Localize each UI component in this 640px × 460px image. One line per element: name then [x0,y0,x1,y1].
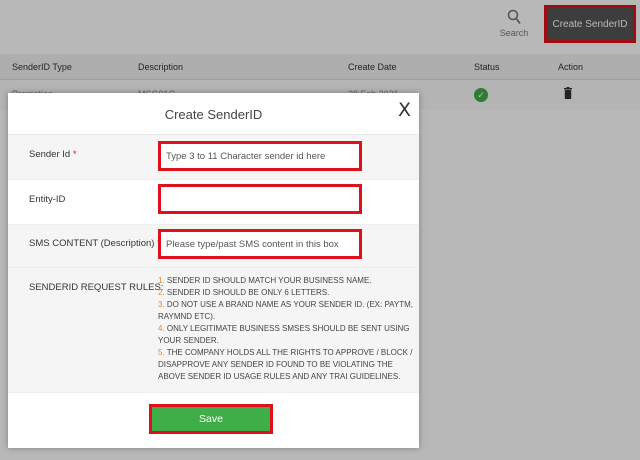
sender-id-row: Sender Id * Type 3 to 11 Character sende… [8,135,419,180]
rule-item: 3. DO NOT USE A BRAND NAME AS YOUR SENDE… [158,300,414,321]
close-icon[interactable]: X [398,100,411,120]
sms-content-input[interactable]: Please type/past SMS content in this box [158,229,362,259]
save-button[interactable]: Save [149,404,273,434]
sender-id-input[interactable]: Type 3 to 11 Character sender id here [158,141,362,171]
entity-id-input[interactable] [158,184,362,214]
rules-row: SENDERID REQUEST RULES: 1. SENDER ID SHO… [8,268,419,393]
rule-item: 1. SENDER ID SHOULD MATCH YOUR BUSINESS … [158,276,372,285]
rules-list: 1. SENDER ID SHOULD MATCH YOUR BUSINESS … [158,275,416,383]
modal-header: Create SenderID X [8,93,419,135]
create-senderid-modal: Create SenderID X Sender Id * Type 3 to … [8,93,419,448]
entity-id-row: Entity-ID [8,180,419,225]
rule-item: 5. THE COMPANY HOLDS ALL THE RIGHTS TO A… [158,348,413,381]
rules-label: SENDERID REQUEST RULES: [29,282,164,293]
sms-content-label: SMS CONTENT (Description) * [29,238,161,249]
rule-item: 2. SENDER ID SHOULD BE ONLY 6 LETTERS. [158,288,330,297]
modal-title: Create SenderID [164,107,263,122]
sender-id-label: Sender Id * [29,149,77,160]
entity-id-label: Entity-ID [29,194,66,205]
rule-item: 4. ONLY LEGITIMATE BUSINESS SMSES SHOULD… [158,324,410,345]
modal-footer: Save [8,393,419,448]
sms-content-row: SMS CONTENT (Description) * Please type/… [8,225,419,268]
